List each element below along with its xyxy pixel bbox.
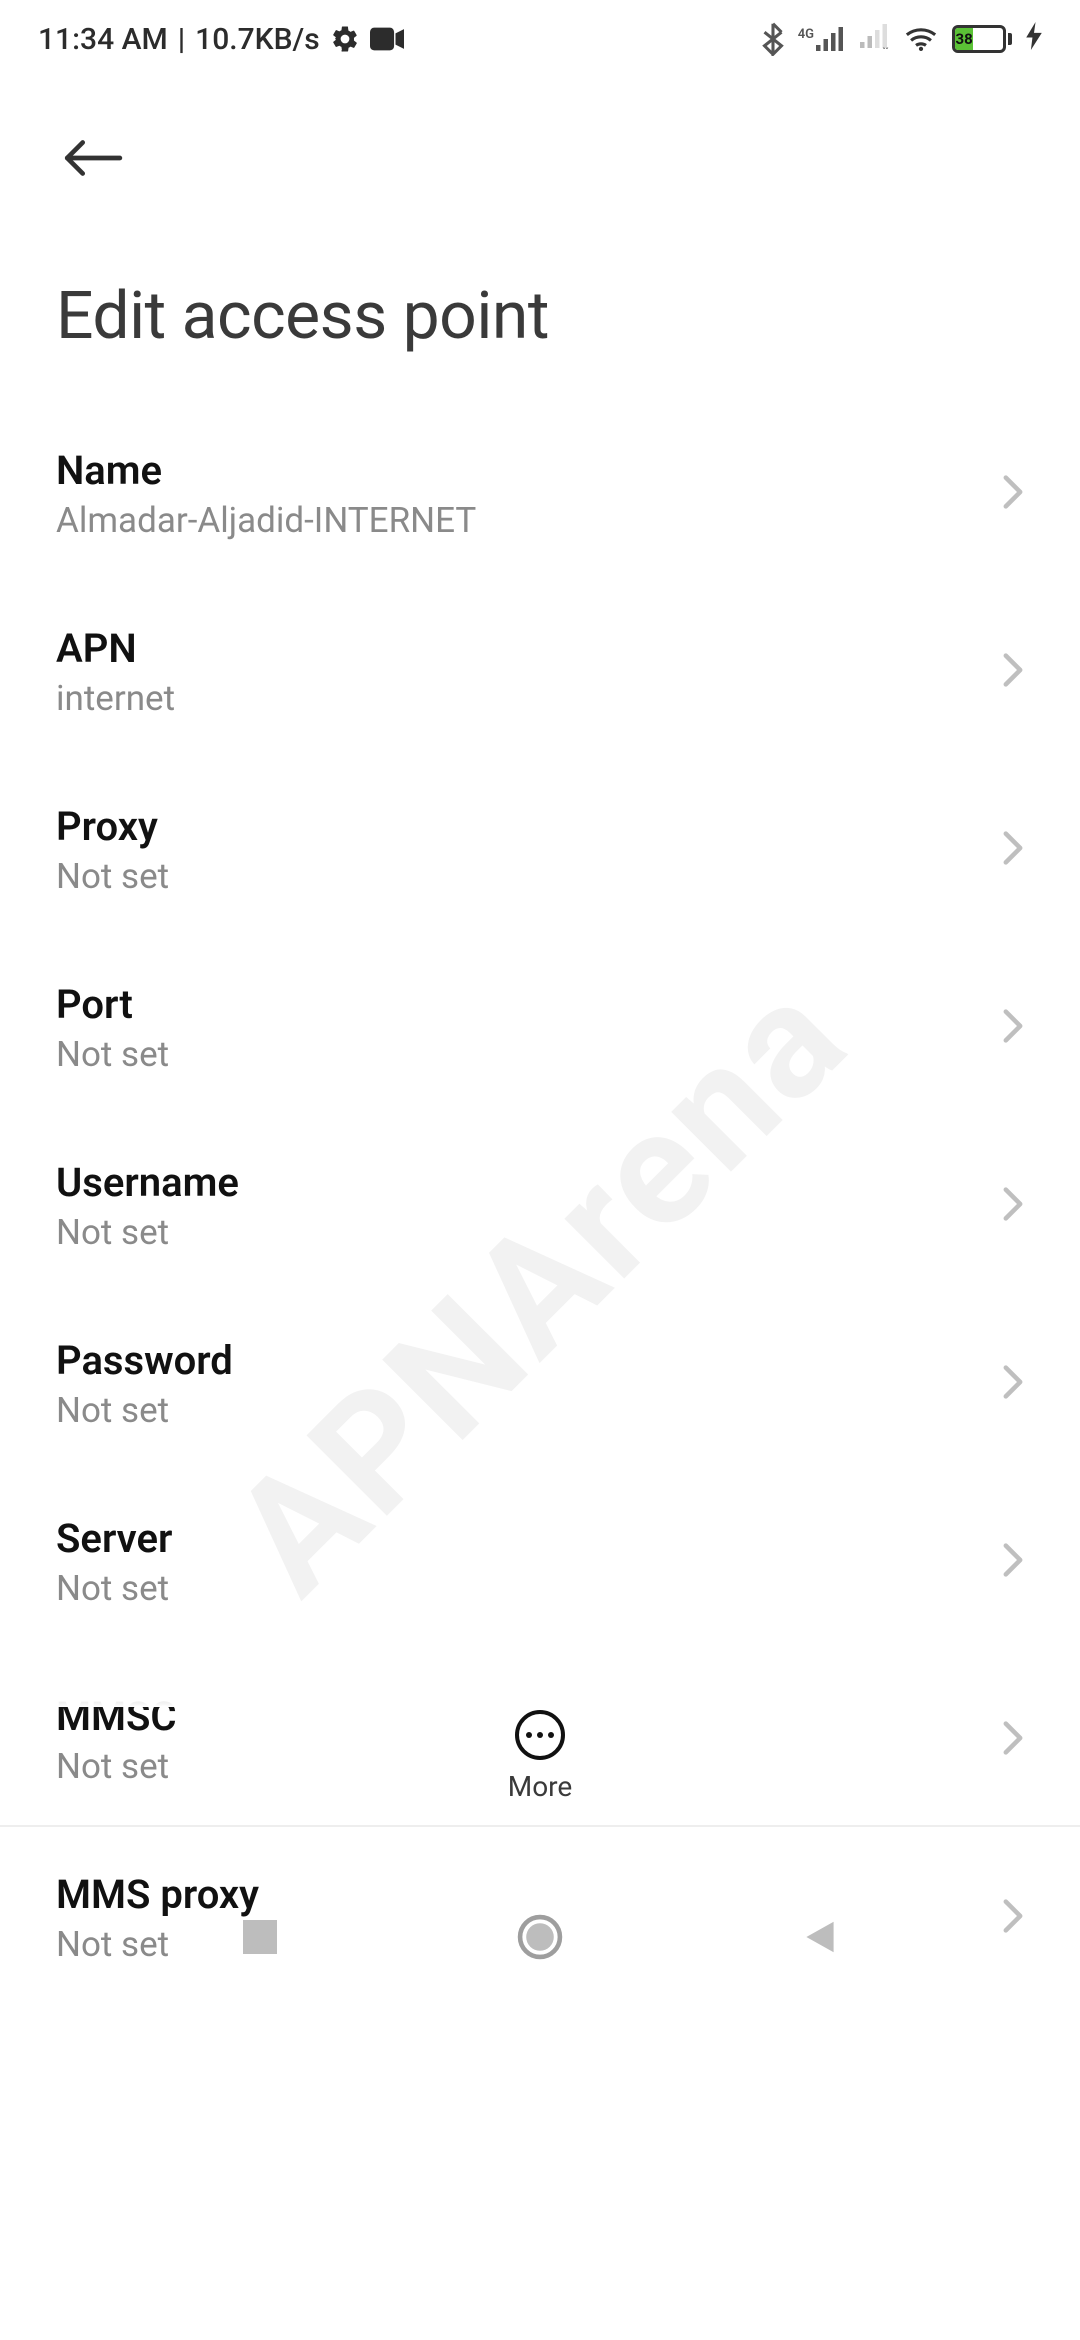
- item-value: Not set: [56, 1568, 172, 1609]
- item-name[interactable]: Name Almadar-Aljadid-INTERNET: [56, 405, 1024, 583]
- back-button[interactable]: [56, 122, 128, 194]
- item-password[interactable]: Password Not set: [56, 1295, 1024, 1473]
- item-value: internet: [56, 678, 175, 719]
- status-bar: 11:34 AM | 10.7KB/s 4G x: [0, 0, 1080, 78]
- chevron-right-icon: [1002, 474, 1024, 514]
- item-label: Username: [56, 1159, 239, 1206]
- chevron-right-icon: [1002, 830, 1024, 870]
- chevron-right-icon: [1002, 1186, 1024, 1226]
- charging-bolt-icon: [1026, 22, 1042, 56]
- wifi-icon: [904, 25, 938, 53]
- signal-4g-indicator: 4G: [798, 26, 846, 52]
- chevron-right-icon: [1002, 1364, 1024, 1404]
- nav-back-button[interactable]: [780, 1897, 860, 1977]
- more-menu-button[interactable]: More: [0, 1710, 1080, 1827]
- item-label: APN: [56, 625, 175, 672]
- more-label: More: [508, 1770, 573, 1803]
- nav-recent-button[interactable]: [220, 1897, 300, 1977]
- battery-indicator: 38: [952, 25, 1012, 53]
- chevron-right-icon: [1002, 652, 1024, 692]
- item-proxy[interactable]: Proxy Not set: [56, 761, 1024, 939]
- status-pipe: |: [178, 22, 185, 57]
- item-label: Proxy: [56, 803, 169, 850]
- status-time: 11:34 AM: [38, 22, 168, 57]
- item-label: Name: [56, 447, 476, 494]
- item-label: Password: [56, 1337, 233, 1384]
- video-camera-icon: [370, 27, 404, 51]
- signal-secondary-icon: x: [860, 22, 890, 57]
- chevron-right-icon: [1002, 1542, 1024, 1582]
- item-label: Server: [56, 1515, 172, 1562]
- item-apn[interactable]: APN internet: [56, 583, 1024, 761]
- item-value: Not set: [56, 1212, 239, 1253]
- chevron-right-icon: [1002, 1008, 1024, 1048]
- gear-icon: [330, 24, 360, 54]
- item-value: Not set: [56, 856, 169, 897]
- item-username[interactable]: Username Not set: [56, 1117, 1024, 1295]
- item-value: Not set: [56, 1390, 233, 1431]
- item-port[interactable]: Port Not set: [56, 939, 1024, 1117]
- item-value: Almadar-Aljadid-INTERNET: [56, 500, 476, 541]
- status-net-speed: 10.7KB/s: [195, 22, 320, 57]
- page-title: Edit access point: [0, 194, 1080, 405]
- item-server[interactable]: Server Not set: [56, 1473, 1024, 1651]
- item-label: Port: [56, 981, 169, 1028]
- item-value: Not set: [56, 1034, 169, 1075]
- nav-home-button[interactable]: [500, 1897, 580, 1977]
- svg-text:x: x: [883, 43, 889, 49]
- more-dots-icon: [515, 1710, 565, 1760]
- bluetooth-icon: [762, 22, 784, 56]
- nav-bar: [0, 1867, 1080, 2007]
